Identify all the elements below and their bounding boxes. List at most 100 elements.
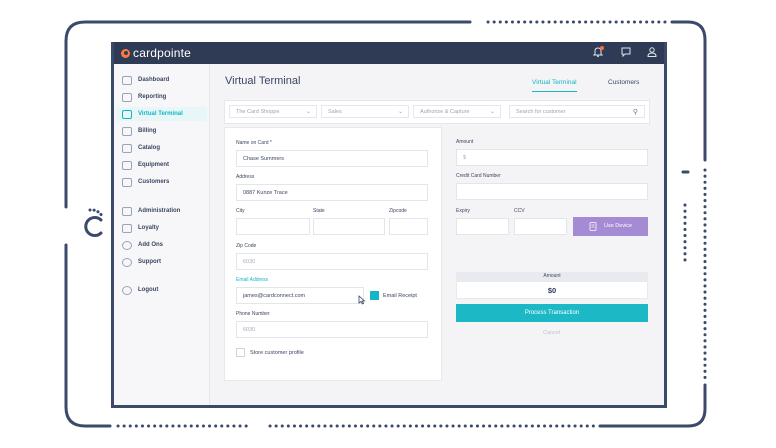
email-field[interactable]: james@cardconnect.com <box>236 287 364 304</box>
admin-icon <box>122 206 132 216</box>
zip-field[interactable]: 6030 <box>236 253 428 270</box>
user-icon[interactable] <box>646 46 658 58</box>
sidebar-item-dashboard[interactable]: Dashboard <box>122 73 169 87</box>
chevron-down-icon: ⌄ <box>305 109 311 115</box>
dashboard-icon <box>122 75 132 85</box>
process-transaction-button[interactable]: Process Transaction <box>456 304 648 322</box>
summary-amount-value: $0 <box>456 281 648 299</box>
summary-amount-label: Amount <box>456 272 648 281</box>
sidebar-item-label: Equipment <box>138 162 169 168</box>
sidebar-item-reporting[interactable]: Reporting <box>122 90 166 104</box>
bell-icon[interactable] <box>592 46 604 58</box>
expiry-field[interactable] <box>456 218 509 235</box>
phone-field[interactable]: 6030 <box>236 321 428 338</box>
credit-card-field[interactable] <box>456 183 648 200</box>
filter-bar: The Card Shoppe ⌄ Sales ⌄ Authorize & Ca… <box>224 100 650 124</box>
sidebar-item-virtual-terminal[interactable]: Virtual Terminal <box>116 107 207 121</box>
customer-search-input[interactable]: Search for customer ⚲ <box>509 105 645 118</box>
ccv-field[interactable] <box>514 218 567 235</box>
cancel-link[interactable]: Cancel <box>543 330 560 336</box>
merchant-select-value: The Card Shoppe <box>236 109 280 115</box>
address-field[interactable]: 0887 Kunze Trace <box>236 184 428 201</box>
zipcode-field[interactable] <box>389 218 428 235</box>
sidebar-item-label: Add Ons <box>138 242 163 248</box>
sidebar-item-support[interactable]: Support <box>122 255 161 269</box>
notification-badge <box>600 46 604 50</box>
state-field[interactable] <box>313 218 385 235</box>
phone-label: Phone Number <box>236 311 270 317</box>
sidebar-item-label: Virtual Terminal <box>138 111 183 117</box>
chevron-down-icon: ⌄ <box>489 109 495 115</box>
transaction-type-value: Sales <box>328 109 342 115</box>
cursor-icon <box>358 295 366 305</box>
zipcode-label: Zipcode <box>389 208 407 214</box>
sidebar-item-label: Catalog <box>138 145 161 151</box>
state-label: State <box>313 208 325 214</box>
sidebar-item-label: Logout <box>138 287 159 293</box>
merchant-select[interactable]: The Card Shoppe ⌄ <box>229 105 317 118</box>
tab-customers[interactable]: Customers <box>608 79 639 86</box>
support-icon <box>122 257 132 267</box>
sidebar-item-customers[interactable]: Customers <box>122 175 169 189</box>
email-receipt-label: Email Receipt <box>383 293 417 299</box>
sidebar-item-label: Dashboard <box>138 77 170 83</box>
email-label: Email Address <box>236 277 268 283</box>
sidebar-item-label: Loyalty <box>138 225 160 231</box>
heart-icon <box>122 223 132 233</box>
brand-name: cardpointe <box>133 46 192 60</box>
sidebar-item-label: Reporting <box>138 94 167 100</box>
credit-card-label: Credit Card Number <box>456 173 501 179</box>
capture-mode-select[interactable]: Authorize & Capture ⌄ <box>413 105 501 118</box>
customer-search-placeholder: Search for customer <box>516 109 566 115</box>
sidebar: Dashboard Reporting Virtual Terminal Bil… <box>114 64 210 405</box>
sidebar-item-loyalty[interactable]: Loyalty <box>122 221 159 235</box>
chevron-down-icon: ⌄ <box>397 109 403 115</box>
expiry-label: Expiry <box>456 208 470 214</box>
main-content: Virtual Terminal Virtual Terminal Custom… <box>210 64 664 405</box>
store-profile-label: Store customer profile <box>250 350 304 356</box>
chat-icon[interactable] <box>620 46 632 58</box>
sidebar-item-administration[interactable]: Administration <box>122 204 180 218</box>
city-field[interactable] <box>236 218 310 235</box>
amount-field[interactable]: $ <box>456 149 648 166</box>
transaction-type-select[interactable]: Sales ⌄ <box>321 105 409 118</box>
power-icon <box>122 285 132 295</box>
sidebar-item-label: Support <box>138 259 161 265</box>
customer-form-card: Name on Card * Chase Summers Address 088… <box>224 127 442 381</box>
box-icon <box>122 143 132 153</box>
chart-line-icon <box>122 92 132 102</box>
logo-icon <box>121 48 130 58</box>
sidebar-item-equipment[interactable]: Equipment <box>122 158 169 172</box>
customers-icon <box>122 177 132 187</box>
billing-icon <box>122 126 132 136</box>
zip-label: Zip Code <box>236 243 257 249</box>
page-title: Virtual Terminal <box>225 75 301 87</box>
sidebar-item-catalog[interactable]: Catalog <box>122 141 160 155</box>
top-bar: cardpointe <box>114 42 664 64</box>
sidebar-item-add-ons[interactable]: Add Ons <box>122 238 163 252</box>
sidebar-item-billing[interactable]: Billing <box>122 124 156 138</box>
terminal-icon <box>122 109 132 119</box>
amount-label: Amount <box>456 139 474 145</box>
app-screen: cardpointe Dashboard Reporting Virtual T… <box>111 42 667 408</box>
name-label: Name on Card * <box>236 140 272 146</box>
capture-mode-value: Authorize & Capture <box>420 109 470 115</box>
sidebar-item-label: Customers <box>138 179 170 185</box>
card-reader-icon <box>589 222 597 231</box>
sidebar-item-label: Administration <box>138 208 181 214</box>
name-field[interactable]: Chase Summers <box>236 150 428 167</box>
brand-logo[interactable]: cardpointe <box>121 46 191 60</box>
address-label: Address <box>236 174 255 180</box>
email-receipt-checkbox[interactable] <box>370 291 379 300</box>
tab-virtual-terminal[interactable]: Virtual Terminal <box>532 79 577 92</box>
search-icon[interactable]: ⚲ <box>633 106 638 119</box>
store-profile-checkbox[interactable] <box>236 348 245 357</box>
sidebar-item-logout[interactable]: Logout <box>122 283 158 297</box>
equipment-icon <box>122 160 132 170</box>
ccv-label: CCV <box>514 208 525 214</box>
use-device-button[interactable]: Use Device <box>573 217 648 236</box>
plus-circle-icon <box>122 240 132 250</box>
city-label: City <box>236 208 245 214</box>
use-device-label: Use Device <box>604 223 633 229</box>
sidebar-item-label: Billing <box>138 128 157 134</box>
